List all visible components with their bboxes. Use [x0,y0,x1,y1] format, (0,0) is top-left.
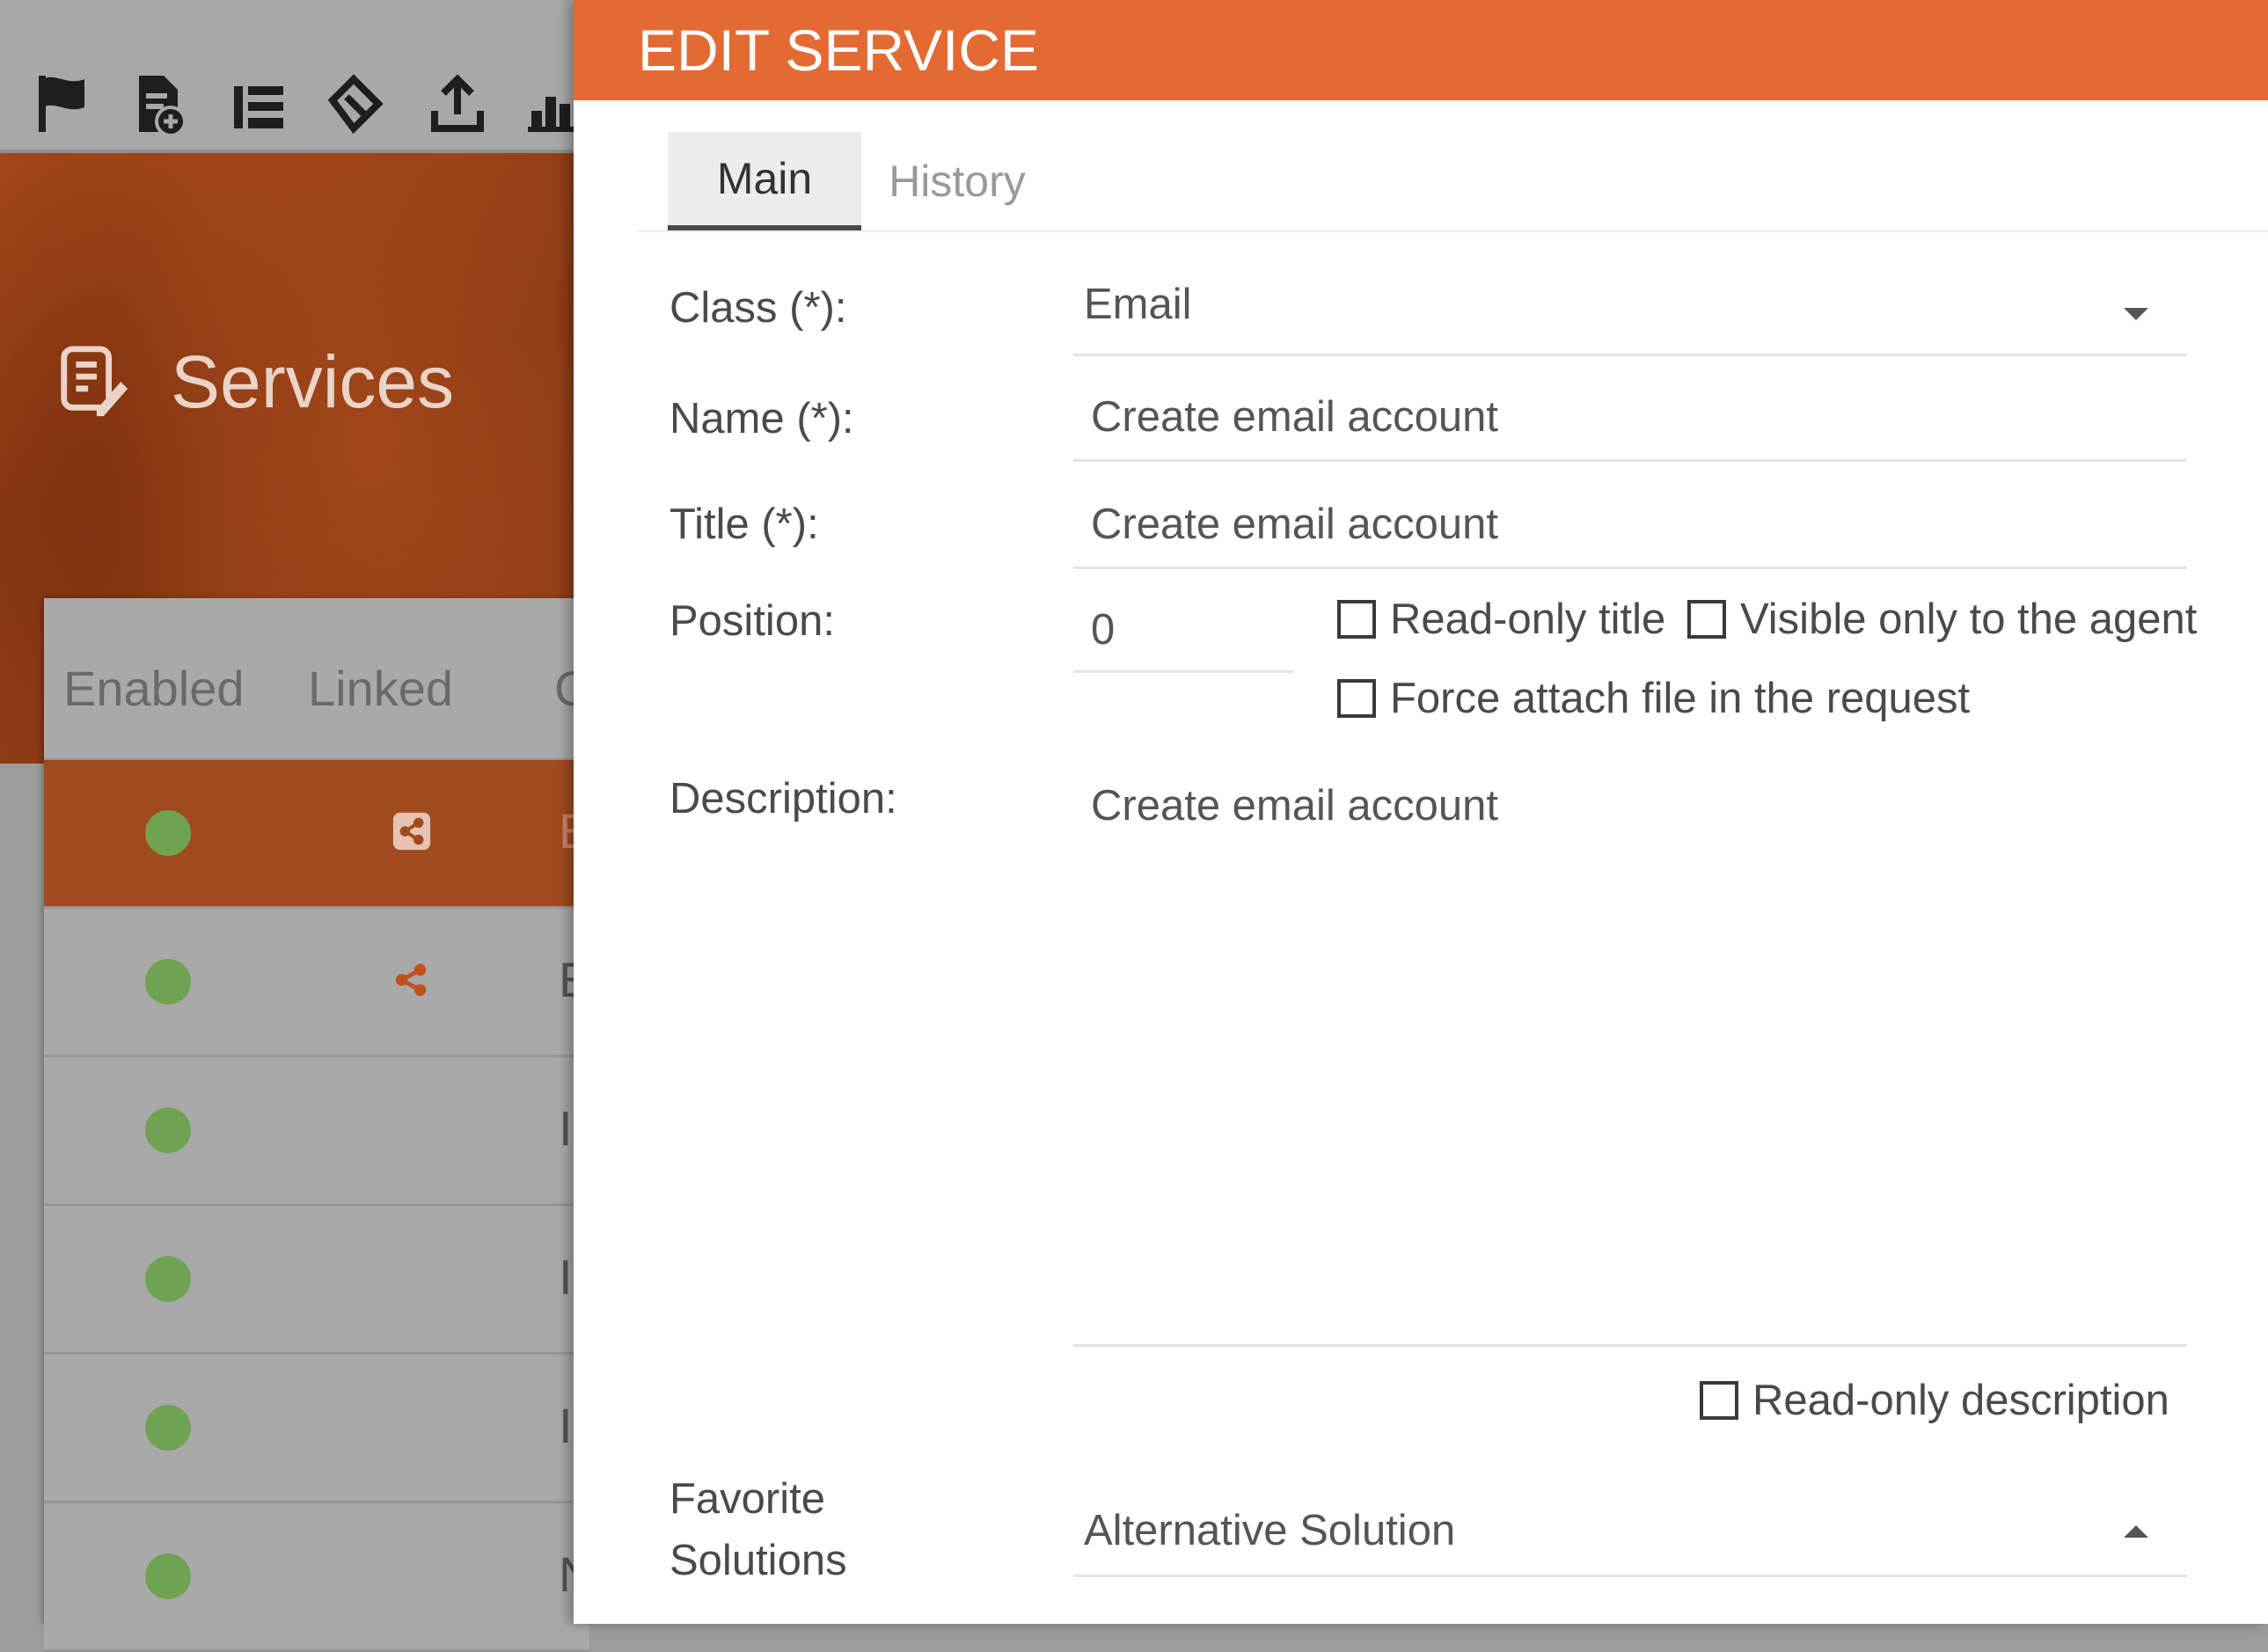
table-cell: I [559,1100,573,1156]
table-row[interactable]: E [44,909,591,1057]
table-cell: I [559,1398,573,1453]
name-value: Create email account [1091,393,1499,441]
readonly-description-checkbox[interactable]: Read-only description [1700,1376,2169,1425]
share-icon [395,963,427,997]
list-icon[interactable] [227,69,287,139]
favorite-solutions-label-line2: Solutions [669,1537,847,1584]
title-input[interactable]: Create email account [1073,486,2187,569]
position-input[interactable]: 0 [1073,589,1293,673]
class-select[interactable]: Email [1073,273,2187,356]
chevron-down-icon[interactable] [2124,308,2148,320]
upload-icon[interactable] [428,69,487,139]
table-row[interactable]: I [44,1057,589,1206]
tab-history[interactable]: History [874,132,1041,230]
title-label: Title (*): [669,501,819,548]
favorite-solutions-value: Alternative Solution [1084,1507,1456,1554]
visible-agent-checkbox[interactable]: Visible only to the agent [1687,595,2197,644]
force-attach-checkbox[interactable]: Force attach file in the request [1337,674,1970,723]
column-header-linked[interactable]: Linked [308,660,453,717]
enabled-status-dot [145,1107,191,1153]
flag-icon[interactable] [32,69,91,139]
enabled-status-dot [145,959,191,1005]
service-document-icon [61,346,128,417]
readonly-title-checkbox[interactable]: Read-only title [1337,595,1665,644]
class-label: Class (*): [669,284,847,332]
tab-main[interactable]: Main [668,132,861,230]
column-header-enabled[interactable]: Enabled [63,660,245,717]
table-row[interactable]: I [44,1206,589,1355]
enabled-status-dot [145,810,191,856]
force-attach-label: Force attach file in the request [1390,675,1971,722]
table-cell: I [559,1249,573,1305]
checkbox-box[interactable] [1337,679,1376,718]
page-title: Services [171,340,455,423]
description-label: Description: [669,775,897,822]
class-value: Email [1084,281,1192,328]
description-textarea[interactable]: Create email account [1073,764,2187,1347]
favorite-solutions-label-line1: Favorite [669,1475,826,1523]
toolbar [0,0,581,153]
enabled-status-dot [145,1553,191,1599]
chevron-up-icon[interactable] [2124,1525,2148,1538]
name-label: Name (*): [669,395,854,442]
title-value: Create email account [1091,501,1499,548]
visible-agent-label: Visible only to the agent [1740,596,2198,643]
table-row[interactable]: N [44,1503,594,1652]
tag-icon[interactable] [326,69,385,139]
description-value: Create email account [1091,782,1499,830]
table-header: Enabled Linked C [44,598,589,760]
readonly-title-label: Read-only title [1390,596,1666,643]
checkbox-box[interactable] [1337,600,1376,639]
document-add-icon[interactable] [128,69,188,139]
edit-service-dialog: EDIT SERVICE Main History Class (*): Ema… [574,0,2268,1624]
checkbox-box[interactable] [1700,1381,1738,1420]
table-row[interactable]: I [44,1355,589,1503]
checkbox-box[interactable] [1687,600,1726,639]
tab-bar: Main History [638,132,2268,232]
enabled-status-dot [145,1256,191,1302]
dialog-title: EDIT SERVICE [638,18,1040,83]
share-icon [392,812,431,851]
dialog-header: EDIT SERVICE [574,0,2268,100]
position-value: 0 [1091,606,1116,654]
enabled-status-dot [145,1405,191,1451]
favorite-solutions-select[interactable]: Alternative Solution [1073,1495,2187,1577]
position-label: Position: [669,597,835,645]
table-row[interactable]: E [44,760,591,909]
name-input[interactable]: Create email account [1073,378,2187,462]
services-table: Enabled Linked C E E I I I N [44,598,594,1652]
readonly-description-label: Read-only description [1752,1377,2169,1424]
